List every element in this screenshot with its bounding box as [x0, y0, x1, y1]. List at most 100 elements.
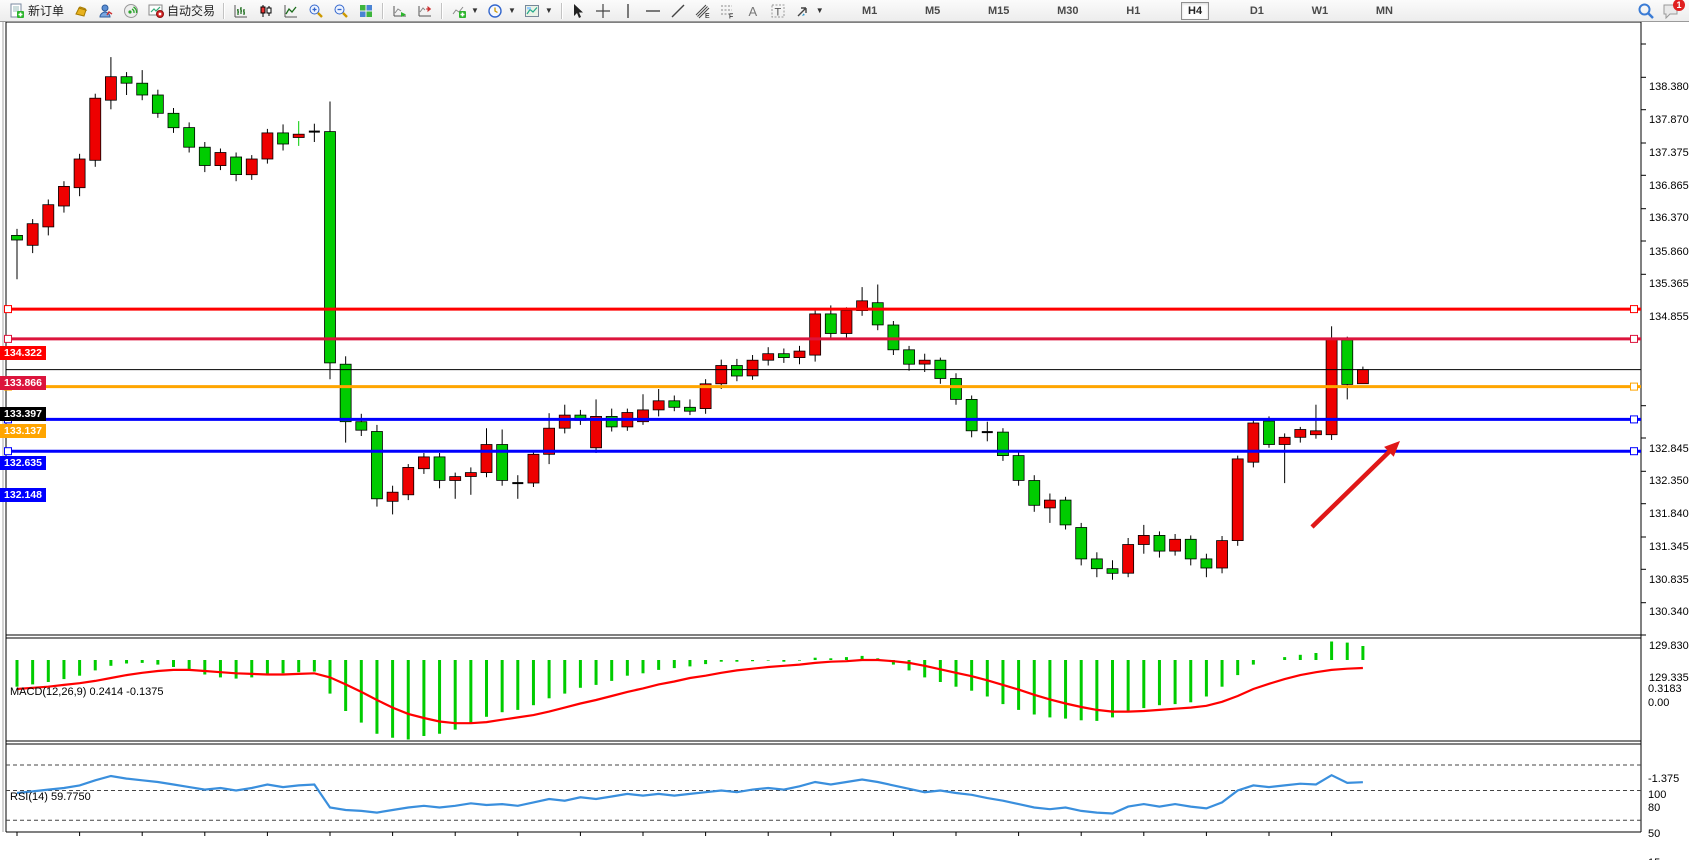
candle [199, 147, 210, 165]
fibonacci-tool-button[interactable]: F [716, 1, 741, 21]
timeframe-mn[interactable]: MN [1369, 2, 1400, 20]
rsi-scale-label: 100 [1648, 789, 1666, 801]
timeframe-d1[interactable]: D1 [1243, 2, 1271, 20]
candle [418, 457, 429, 469]
timeframe-h1[interactable]: H1 [1119, 2, 1147, 20]
new-order-button[interactable]: 新订单 [4, 1, 68, 21]
timeframe-m15[interactable]: M15 [981, 2, 1016, 20]
gold-purse-button[interactable] [68, 1, 93, 21]
candle [763, 354, 774, 361]
zoom-in-button[interactable] [303, 1, 328, 21]
cursor-tool-button[interactable] [566, 1, 591, 21]
bar-chart-button[interactable] [228, 1, 253, 21]
price-axis-label: 129.830 [1649, 640, 1689, 652]
timeframe-h4[interactable]: H4 [1181, 2, 1209, 20]
line-chart-button[interactable] [278, 1, 303, 21]
candle [27, 224, 38, 246]
price-axis-label: 130.835 [1649, 574, 1689, 586]
arrows-tool-button[interactable]: ▼ [791, 1, 828, 21]
candle [387, 492, 398, 501]
candle [966, 399, 977, 430]
separator [382, 3, 383, 19]
text-icon: A [745, 3, 762, 19]
horizontal-line-tool-button[interactable] [641, 1, 666, 21]
trendline-icon [670, 3, 687, 19]
candle [90, 98, 101, 160]
candle [1154, 535, 1165, 551]
chat-icon[interactable]: 1 [1662, 3, 1679, 19]
svg-text:A: A [749, 4, 758, 19]
new-order-icon [8, 3, 25, 19]
zoom-out-button[interactable] [328, 1, 353, 21]
candle [653, 401, 664, 410]
price-axis-label: 136.370 [1649, 212, 1689, 224]
dropdown-caret-icon: ▼ [545, 6, 553, 15]
candle [904, 350, 915, 364]
candle [1185, 539, 1196, 559]
price-axis-label: 134.855 [1649, 311, 1689, 323]
price-axis-label: 130.340 [1649, 606, 1689, 618]
candle [528, 454, 539, 483]
indicators-button[interactable]: ▼ [446, 1, 483, 21]
equidistant-channel-tool-button[interactable]: E [691, 1, 716, 21]
candle [215, 153, 226, 166]
auto-trading-icon [147, 3, 164, 19]
line-chart-icon [282, 3, 299, 19]
tile-windows-icon [357, 3, 374, 19]
line-anchor [5, 448, 12, 455]
gold-purse-icon [72, 3, 89, 19]
new-order-label: 新订单 [28, 2, 64, 19]
candlestick-chart-button[interactable] [253, 1, 278, 21]
auto-trading-button[interactable]: 自动交易 [143, 1, 219, 21]
tile-windows-button[interactable] [353, 1, 378, 21]
price-axis-label: 138.380 [1649, 81, 1689, 93]
candle [1279, 437, 1290, 444]
trader-profile-button[interactable] [93, 1, 118, 21]
auto-scroll-button[interactable] [387, 1, 412, 21]
candle [434, 457, 445, 481]
candle [1091, 559, 1102, 569]
candle [1060, 500, 1071, 525]
candle [716, 366, 727, 384]
timeframe-w1[interactable]: W1 [1305, 2, 1336, 20]
text-label-icon: T [770, 3, 787, 19]
arrows-icon [795, 3, 812, 19]
price-axis-label: 131.345 [1649, 541, 1689, 553]
candle [74, 159, 85, 188]
templates-button[interactable]: ▼ [520, 1, 557, 21]
horizontal-line-icon [645, 3, 662, 19]
candle [684, 407, 695, 411]
candle [559, 415, 570, 428]
notification-badge: 1 [1673, 0, 1685, 11]
candle [841, 311, 852, 334]
separator [441, 3, 442, 19]
crosshair-tool-button[interactable] [591, 1, 616, 21]
candle [1295, 430, 1306, 438]
signal-icon [122, 3, 139, 19]
candle [403, 467, 414, 494]
periods-button[interactable]: ▼ [483, 1, 520, 21]
text-label-tool-button[interactable]: T [766, 1, 791, 21]
text-tool-button[interactable]: A [741, 1, 766, 21]
timeframe-m1[interactable]: M1 [855, 2, 884, 20]
signal-button[interactable] [118, 1, 143, 21]
candle [465, 473, 476, 477]
separator [561, 3, 562, 19]
candle [105, 77, 116, 101]
chart-shift-button[interactable] [412, 1, 437, 21]
search-icon[interactable] [1637, 3, 1654, 19]
dropdown-caret-icon: ▼ [471, 6, 479, 15]
fibonacci-icon: F [720, 3, 737, 19]
candle [12, 235, 23, 240]
timeframe-m5[interactable]: M5 [918, 2, 947, 20]
indicators-icon [450, 3, 467, 19]
line-anchor [5, 306, 12, 313]
candle [1107, 569, 1118, 574]
price-tag: 133.866 [0, 376, 46, 390]
chart-shift-icon [416, 3, 433, 19]
separator [223, 3, 224, 19]
vertical-line-tool-button[interactable] [616, 1, 641, 21]
candle [731, 366, 742, 377]
timeframe-m30[interactable]: M30 [1050, 2, 1085, 20]
trendline-tool-button[interactable] [666, 1, 691, 21]
